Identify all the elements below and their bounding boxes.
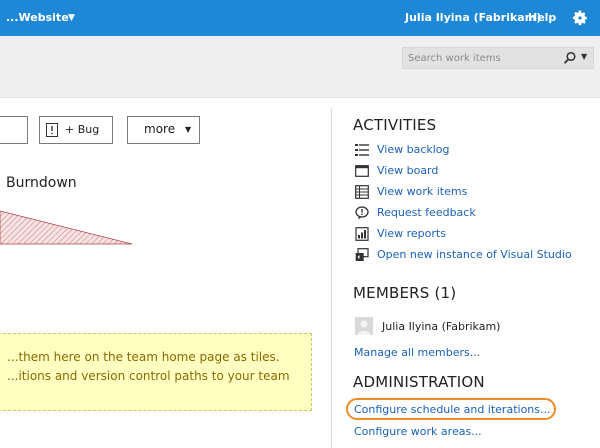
bug-document-icon — [46, 123, 58, 137]
activity-link[interactable]: Request feedback — [377, 206, 476, 219]
feedback-icon — [355, 206, 369, 220]
burndown-title: Burndown — [6, 175, 77, 191]
user-name[interactable]: Julia Ilyina (Fabrikam) — [405, 11, 541, 24]
chevron-down-icon: ▼ — [185, 125, 192, 134]
activity-link[interactable]: Open new instance of Visual Studio — [377, 248, 572, 261]
reports-icon — [355, 227, 369, 241]
visual-studio-icon — [355, 248, 369, 261]
configure-work-areas-link[interactable]: Configure work areas... — [354, 425, 482, 438]
activity-link[interactable]: View board — [377, 164, 438, 177]
top-nav-bar: ...Website ▼ Julia Ilyina (Fabrikam) Hel… — [0, 0, 600, 36]
tile-notice-line: ...itions and version control paths to y… — [7, 369, 290, 383]
tile-notice: ...them here on the team home page as ti… — [0, 333, 312, 411]
project-name[interactable]: ...Website — [6, 11, 69, 24]
search-input[interactable] — [408, 51, 558, 65]
administration-title: ADMINISTRATION — [353, 373, 485, 391]
burndown-chart[interactable] — [0, 205, 140, 250]
search-options-icon[interactable]: ▼ — [581, 52, 587, 61]
user-avatar-icon — [355, 317, 373, 335]
avatar[interactable] — [355, 317, 373, 335]
more-label: more — [144, 122, 176, 136]
members-title: MEMBERS (1) — [353, 284, 457, 302]
search-icon[interactable] — [563, 51, 577, 65]
more-button[interactable]: more ▼ — [127, 116, 200, 144]
member-name[interactable]: Julia Ilyina (Fabrikam) — [382, 320, 500, 333]
project-dropdown-icon[interactable]: ▼ — [68, 13, 75, 23]
help-link[interactable]: Help — [528, 11, 556, 24]
highlight-outline — [346, 398, 556, 420]
add-bug-label: + Bug — [65, 123, 100, 136]
backlog-list-icon — [355, 144, 369, 156]
work-items-icon — [355, 185, 369, 199]
search-box[interactable]: ▼ — [402, 47, 594, 69]
new-item-button[interactable] — [0, 116, 28, 144]
manage-members-link[interactable]: Manage all members... — [354, 346, 480, 359]
gear-icon[interactable] — [571, 9, 589, 27]
board-icon — [355, 165, 369, 177]
activity-link[interactable]: View reports — [377, 227, 446, 240]
activities-title: ACTIVITIES — [353, 116, 437, 134]
panel-divider — [331, 108, 332, 448]
activity-link[interactable]: View work items — [377, 185, 467, 198]
add-bug-button[interactable]: + Bug — [39, 116, 113, 144]
activity-link[interactable]: View backlog — [377, 143, 450, 156]
tile-notice-line: ...them here on the team home page as ti… — [7, 350, 280, 364]
